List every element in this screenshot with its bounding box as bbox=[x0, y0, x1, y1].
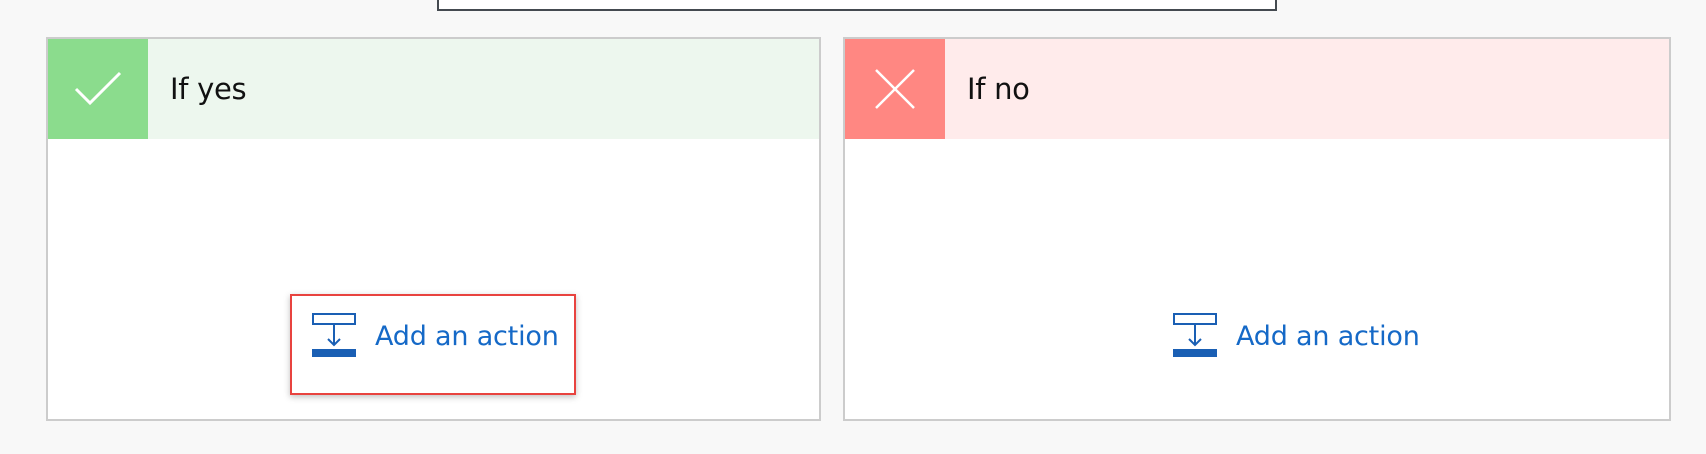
checkmark-icon bbox=[48, 39, 148, 139]
add-action-label: Add an action bbox=[375, 320, 559, 352]
add-action-button-yes[interactable]: Add an action bbox=[312, 313, 559, 359]
branch-header-no[interactable]: If no bbox=[845, 39, 1669, 139]
add-action-icon bbox=[312, 313, 356, 357]
branch-title-yes: If yes bbox=[170, 72, 247, 106]
condition-card-bottom-edge bbox=[437, 0, 1277, 11]
add-action-icon bbox=[1173, 313, 1217, 357]
close-icon bbox=[845, 39, 945, 139]
branch-header-yes[interactable]: If yes bbox=[48, 39, 819, 139]
add-action-label: Add an action bbox=[1236, 320, 1420, 352]
branch-if-yes: If yes Add an action bbox=[46, 37, 821, 421]
branch-if-no: If no Add an action bbox=[843, 37, 1671, 421]
branch-title-no: If no bbox=[967, 72, 1030, 106]
add-action-button-no[interactable]: Add an action bbox=[1173, 313, 1420, 359]
